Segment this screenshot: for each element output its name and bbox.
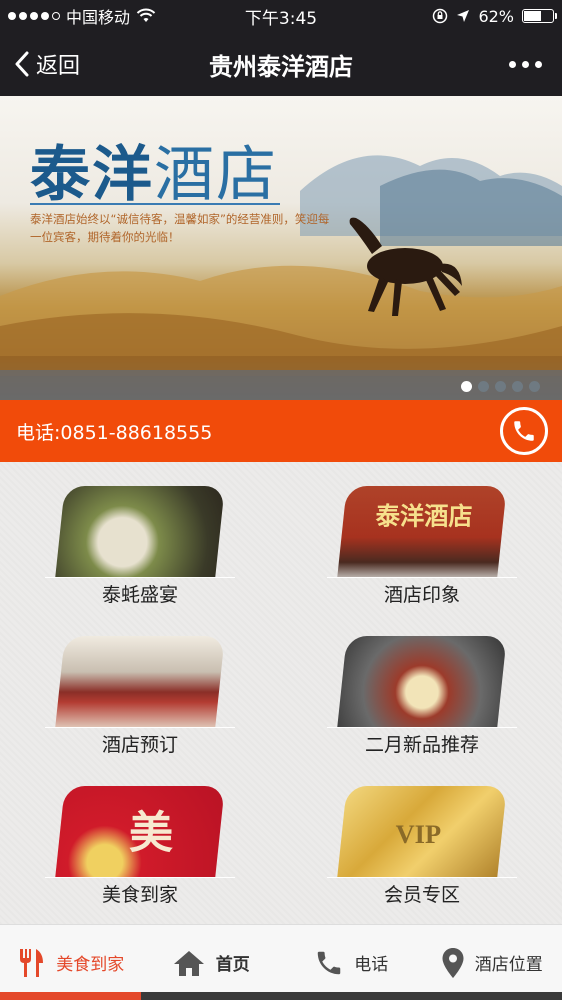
nav-bar: 返回 贵州泰洋酒店 bbox=[0, 32, 562, 96]
hotel-hall-image bbox=[55, 636, 225, 728]
tab-label: 酒店位置 bbox=[474, 955, 543, 975]
page-title: 贵州泰洋酒店 bbox=[209, 52, 353, 81]
location-arrow-icon bbox=[457, 10, 470, 22]
wifi-icon bbox=[136, 8, 156, 22]
menu-grid: 泰蚝盛宴 泰洋酒店 酒店印象 酒店预订 二月新品推荐 美 美食到家 VIP 会员… bbox=[0, 462, 562, 924]
battery-icon bbox=[522, 9, 557, 23]
food-delivery-image: 美 bbox=[55, 786, 225, 878]
tile-oyster-feast[interactable]: 泰蚝盛宴 bbox=[45, 474, 235, 606]
carousel-dot[interactable] bbox=[495, 381, 506, 392]
carousel-dot[interactable] bbox=[529, 381, 540, 392]
phone-icon bbox=[318, 951, 341, 974]
banner-carousel[interactable]: 泰洋酒店 泰洋酒店始终以“诚信待客，温馨如家”的经营准则，笑迎每一位宾客，期待着… bbox=[0, 96, 562, 400]
phone-icon bbox=[514, 421, 534, 441]
tab-phone[interactable]: 电话 bbox=[281, 925, 422, 1000]
home-icon bbox=[173, 950, 204, 976]
banner-title: 泰洋酒店 bbox=[30, 140, 278, 210]
status-time: 下午3:45 bbox=[244, 8, 318, 29]
fork-knife-icon bbox=[20, 948, 44, 977]
tab-label: 首页 bbox=[215, 955, 250, 975]
tab-home[interactable]: 首页 bbox=[140, 925, 281, 1000]
banner-title-underline bbox=[30, 203, 280, 205]
tile-hotel-impression[interactable]: 泰洋酒店 酒店印象 bbox=[327, 474, 517, 606]
phone-number-label: 电话:0851-88618555 bbox=[16, 421, 213, 444]
back-button[interactable]: 返回 bbox=[0, 48, 130, 80]
tile-label: 二月新品推荐 bbox=[364, 734, 479, 756]
battery-percent: 62% bbox=[478, 6, 514, 26]
tile-label: 美食到家 bbox=[101, 884, 178, 906]
carousel-dot[interactable] bbox=[512, 381, 523, 392]
tab-food-delivery[interactable]: 美食到家 bbox=[0, 925, 141, 1000]
bottom-tab-bar: 美食到家 首页 电话 酒店位置 bbox=[0, 924, 562, 1000]
hotel-facade-image: 泰洋酒店 bbox=[337, 486, 507, 578]
tile-new-dishes[interactable]: 二月新品推荐 bbox=[327, 624, 517, 756]
tab-label: 电话 bbox=[354, 955, 389, 975]
chevron-left-icon bbox=[15, 51, 29, 77]
location-pin-icon bbox=[442, 947, 464, 978]
back-label: 返回 bbox=[36, 54, 81, 79]
tab-hotel-location[interactable]: 酒店位置 bbox=[421, 925, 562, 1000]
rotation-lock-icon bbox=[433, 8, 448, 24]
tab-label: 美食到家 bbox=[56, 955, 125, 975]
carousel-dot[interactable] bbox=[461, 381, 472, 392]
tile-label: 会员专区 bbox=[383, 884, 460, 906]
tile-food-delivery[interactable]: 美 美食到家 bbox=[45, 774, 235, 906]
carousel-dot[interactable] bbox=[478, 381, 489, 392]
tile-label: 酒店印象 bbox=[383, 584, 460, 606]
carrier-label: 中国移动 bbox=[66, 8, 131, 27]
call-button[interactable] bbox=[500, 407, 548, 455]
new-dish-image bbox=[337, 636, 507, 728]
vip-card-image: VIP bbox=[337, 786, 507, 878]
tile-label: 酒店预订 bbox=[101, 734, 178, 756]
tile-hotel-booking[interactable]: 酒店预订 bbox=[45, 624, 235, 756]
carousel-indicator bbox=[461, 381, 540, 392]
phone-strip[interactable]: 电话:0851-88618555 bbox=[0, 400, 562, 462]
status-bar: 中国移动 下午3:45 62% bbox=[0, 0, 562, 32]
banner-slogan: 泰洋酒店始终以“诚信待客，温馨如家”的经营准则，笑迎每一位宾客，期待着你的光临！ bbox=[30, 212, 330, 244]
oyster-feast-image bbox=[55, 486, 225, 578]
signal-strength-icon bbox=[8, 12, 60, 20]
more-menu-button[interactable] bbox=[432, 60, 562, 68]
tile-member-zone[interactable]: VIP 会员专区 bbox=[327, 774, 517, 906]
tile-label: 泰蚝盛宴 bbox=[101, 584, 178, 606]
